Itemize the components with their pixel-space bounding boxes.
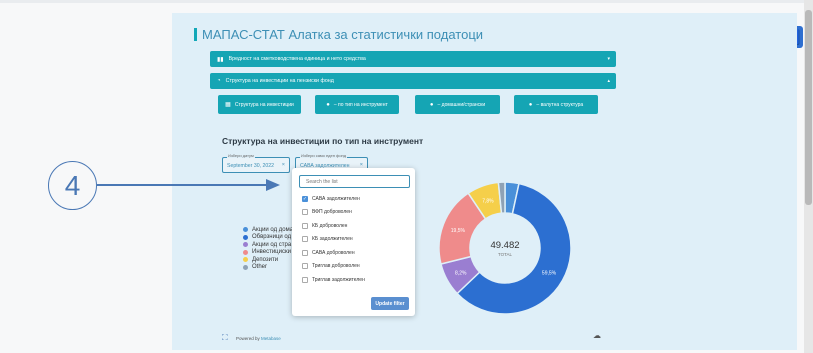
app-title: МАПАС-СТАТ Алатка за статистички податоц… xyxy=(202,27,484,42)
date-filter[interactable]: Избери датум September 30, 2022 × xyxy=(222,153,290,173)
legend-item[interactable]: Депозити xyxy=(243,256,293,264)
legend-label: Депозити xyxy=(252,256,279,263)
legend-dot xyxy=(243,227,248,233)
legend-dot xyxy=(243,249,248,255)
powered-by-label: Powered by xyxy=(236,336,260,341)
chart-legend: Акции од дома Обврзници од Акции од стра… xyxy=(243,226,293,271)
chevron-down-icon: ▾ xyxy=(607,56,610,62)
powered-by-text[interactable]: Powered by Metabase xyxy=(236,336,281,341)
chart-icon: ● xyxy=(429,101,434,108)
accordion-label: Структура на инвестиции на пензиски фонд xyxy=(225,78,334,84)
search-input[interactable] xyxy=(299,175,410,188)
chevron-up-icon: ▴ xyxy=(607,78,610,84)
legend-item[interactable]: Акции од дома xyxy=(243,226,293,234)
annotation-arrow-head xyxy=(266,179,280,191)
fund-filter-label: Избери само еден фонд xyxy=(300,153,348,158)
metabase-logo-icon[interactable]: ⛶ xyxy=(222,333,228,343)
accordion-investment-structure[interactable]: ◔ Структура на инвестиции на пензиски фо… xyxy=(210,73,616,89)
option-sava-mandatory[interactable]: ✓ САВА задолжителен xyxy=(302,196,360,202)
section-title: Структура на инвестиции по тип на инстру… xyxy=(222,136,424,146)
option-label: КБ задолжителен xyxy=(312,236,353,242)
metabase-brand[interactable]: Metabase xyxy=(261,336,281,341)
legend-dot xyxy=(243,257,248,263)
legend-item[interactable]: Other xyxy=(243,264,293,272)
tab-label: – валутна структура xyxy=(536,101,584,108)
legend-dot xyxy=(243,234,248,240)
option-triglav-voluntary[interactable]: Триглав доброволен xyxy=(302,263,360,269)
option-label: Триглав задолжителен xyxy=(312,277,365,283)
option-vfp-voluntary[interactable]: ВФП доброволен xyxy=(302,209,352,215)
accordion-label: Вредност на сметководствена единица и не… xyxy=(228,56,366,62)
tab-label: – домашни/странски xyxy=(437,101,486,108)
checkbox[interactable] xyxy=(302,263,308,269)
donut-slice-label-2: 8,2% xyxy=(455,270,467,276)
option-label: ВФП доброволен xyxy=(312,209,352,215)
checkbox[interactable] xyxy=(302,277,308,283)
option-kb-mandatory[interactable]: КБ задолжителен xyxy=(302,236,353,242)
calendar-icon: ▦ xyxy=(225,102,231,108)
clear-date-icon[interactable]: × xyxy=(282,162,285,168)
legend-item[interactable]: Акции од стра xyxy=(243,241,293,249)
option-kb-voluntary[interactable]: КБ доброволен xyxy=(302,223,347,229)
checkbox[interactable]: ✓ xyxy=(302,196,308,202)
checkbox[interactable] xyxy=(302,236,308,242)
step-number-annotation: 4 xyxy=(48,161,97,210)
checkbox[interactable] xyxy=(302,223,308,229)
tab-label: Структура на инвестиции xyxy=(234,101,294,108)
checkbox[interactable] xyxy=(302,209,308,215)
title-accent-bar xyxy=(194,28,197,41)
option-sava-voluntary[interactable]: САВА доброволен xyxy=(302,250,355,256)
cloud-download-icon[interactable]: ☁ xyxy=(593,331,601,340)
legend-label: Инвестициски xyxy=(252,249,291,256)
option-label: КБ доброволен xyxy=(312,223,348,229)
option-label: Триглав доброволен xyxy=(312,263,360,269)
date-filter-value: September 30, 2022 xyxy=(227,163,275,169)
legend-label: Other xyxy=(252,264,268,271)
annotation-arrow-line xyxy=(97,184,270,186)
chart-total-value: 49.482 xyxy=(490,240,520,251)
bar-chart-icon: ▮▮ xyxy=(217,56,224,63)
tab-currency-structure[interactable]: ● – валутна структура xyxy=(514,95,598,114)
option-label: САВА задолжителен xyxy=(312,196,360,202)
chart-icon: ● xyxy=(326,101,330,108)
donut-slice-label-1: 59,5% xyxy=(542,271,557,277)
tab-label: – по тип на инструмент xyxy=(333,101,388,108)
tab-by-instrument[interactable]: ● – по тип на инструмент xyxy=(315,95,399,114)
top-border xyxy=(0,0,813,3)
scrollbar-thumb[interactable] xyxy=(805,10,812,205)
date-filter-label: Избери датум xyxy=(227,153,255,158)
legend-dot xyxy=(243,242,248,248)
option-triglav-mandatory[interactable]: Триглав задолжителен xyxy=(302,277,365,283)
legend-dot xyxy=(243,264,248,270)
update-filter-button[interactable]: Update filter xyxy=(371,297,409,310)
scrollbar[interactable] xyxy=(804,0,813,353)
legend-label: Акции од дома xyxy=(252,226,294,233)
chart-icon: ● xyxy=(528,101,533,108)
fund-filter-dropdown xyxy=(292,168,415,316)
checkbox[interactable] xyxy=(302,250,308,256)
tab-investment-structure[interactable]: ▦ Структура на инвестиции xyxy=(218,95,301,114)
legend-item[interactable]: Обврзници од xyxy=(243,234,293,242)
legend-label: Обврзници од xyxy=(252,234,292,241)
legend-item[interactable]: Инвестициски xyxy=(243,249,293,257)
accordion-nav-value[interactable]: ▮▮ Вредност на сметководствена единица и… xyxy=(210,51,616,67)
chart-total-label: TOTAL xyxy=(497,252,513,257)
pie-chart-icon: ◔ xyxy=(217,78,221,84)
donut-slice-label-4: 7,8% xyxy=(482,198,494,204)
legend-label: Акции од стра xyxy=(252,241,292,248)
option-label: САВА доброволен xyxy=(312,250,355,256)
donut-slice-label-3: 19,5% xyxy=(451,228,466,234)
tab-domestic-foreign[interactable]: ● – домашни/странски xyxy=(415,95,500,114)
